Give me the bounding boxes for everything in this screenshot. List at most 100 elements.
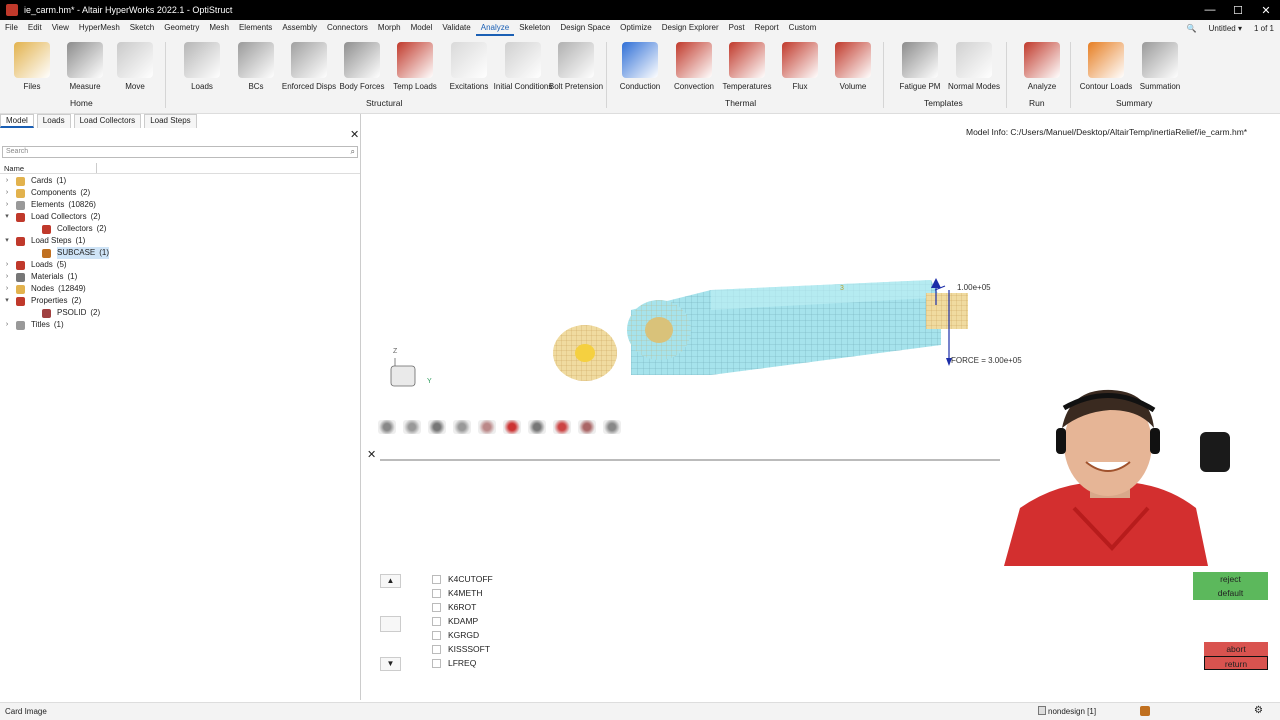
menu-report[interactable]: Report xyxy=(750,20,784,36)
expand-icon[interactable]: › xyxy=(3,271,11,283)
view-tool-icon[interactable] xyxy=(403,420,421,434)
tree-item-load-collectors[interactable]: ▾ Load Collectors (2) xyxy=(0,211,360,223)
ribbon-tool-files[interactable]: Files xyxy=(2,40,62,91)
ribbon-tool-fatigue-pm[interactable]: Fatigue PM xyxy=(890,40,950,91)
ribbon-tool-conduction[interactable]: Conduction xyxy=(610,40,670,91)
tab-model[interactable]: Model xyxy=(0,114,34,128)
expand-icon[interactable]: ▾ xyxy=(3,235,11,247)
menu-file[interactable]: File xyxy=(0,20,23,36)
ribbon-tool-contour-loads[interactable]: Contour Loads xyxy=(1076,40,1136,91)
ribbon-tool-volume[interactable]: Volume xyxy=(823,40,883,91)
tree-item-load-steps[interactable]: ▾ Load Steps (1) xyxy=(0,235,360,247)
expand-icon[interactable]: › xyxy=(3,187,11,199)
default-button[interactable]: default xyxy=(1193,586,1268,600)
expand-icon[interactable]: › xyxy=(3,259,11,271)
view-tool-icon[interactable] xyxy=(378,420,396,434)
close-button[interactable]: ✕ xyxy=(1252,4,1280,17)
close-panel-icon[interactable]: ✕ xyxy=(367,448,376,461)
menu-model[interactable]: Model xyxy=(406,20,438,36)
menu-optimize[interactable]: Optimize xyxy=(615,20,657,36)
expand-icon[interactable]: ▾ xyxy=(3,295,11,307)
view-tool-icon[interactable] xyxy=(553,420,571,434)
reject-button[interactable]: reject xyxy=(1193,572,1268,586)
ribbon-group-templates[interactable]: Templates xyxy=(924,98,963,108)
ribbon-tool-bolt-pretension[interactable]: Bolt Pretension xyxy=(546,40,606,91)
menu-post[interactable]: Post xyxy=(724,20,750,36)
card-checkbox[interactable] xyxy=(432,631,441,640)
menu-sketch[interactable]: Sketch xyxy=(125,20,159,36)
abort-button[interactable]: abort xyxy=(1204,642,1268,656)
ribbon-tool-enforced-disps[interactable]: Enforced Disps xyxy=(279,40,339,91)
expand-icon[interactable]: › xyxy=(3,199,11,211)
card-checkbox[interactable] xyxy=(432,589,441,598)
view-tool-icon[interactable] xyxy=(603,420,621,434)
ribbon-tool-flux[interactable]: Flux xyxy=(770,40,830,91)
return-button[interactable]: return xyxy=(1204,656,1268,670)
menu-connectors[interactable]: Connectors xyxy=(322,20,373,36)
expand-icon[interactable]: › xyxy=(3,319,11,331)
tab-load-collectors[interactable]: Load Collectors xyxy=(73,114,142,128)
expand-icon[interactable]: › xyxy=(3,175,11,187)
search-icon[interactable]: 🔍 xyxy=(1187,24,1197,33)
view-tool-icon[interactable] xyxy=(428,420,446,434)
card-checkbox[interactable] xyxy=(432,645,441,654)
menu-assembly[interactable]: Assembly xyxy=(277,20,322,36)
view-tool-icon[interactable] xyxy=(578,420,596,434)
ribbon-tool-move[interactable]: Move xyxy=(105,40,165,91)
tree-item-materials[interactable]: › Materials (1) xyxy=(0,271,360,283)
tree-item-nodes[interactable]: › Nodes (12849) xyxy=(0,283,360,295)
tree-item-cards[interactable]: › Cards (1) xyxy=(0,175,360,187)
menu-hypermesh[interactable]: HyperMesh xyxy=(74,20,125,36)
menu-custom[interactable]: Custom xyxy=(784,20,822,36)
menu-design-explorer[interactable]: Design Explorer xyxy=(657,20,724,36)
menu-analyze[interactable]: Analyze xyxy=(475,20,515,36)
card-checkbox[interactable] xyxy=(432,617,441,626)
ribbon-tool-body-forces[interactable]: Body Forces xyxy=(332,40,392,91)
card-checkbox[interactable] xyxy=(432,659,441,668)
ribbon-group-home[interactable]: Home xyxy=(70,98,93,108)
ribbon-group-run[interactable]: Run xyxy=(1029,98,1045,108)
component-status[interactable]: nondesign [1] xyxy=(1048,707,1096,716)
ribbon-tool-initial-conditions[interactable]: Initial Conditions xyxy=(493,40,553,91)
ribbon-group-summary[interactable]: Summary xyxy=(1116,98,1152,108)
ribbon-tool-loads[interactable]: Loads xyxy=(172,40,232,91)
scroll-down-button[interactable]: ▼ xyxy=(380,657,401,671)
ribbon-group-structural[interactable]: Structural xyxy=(366,98,402,108)
menu-elements[interactable]: Elements xyxy=(234,20,277,36)
tree-item-properties[interactable]: ▾ Properties (2) xyxy=(0,295,360,307)
ribbon-tool-temperatures[interactable]: Temperatures xyxy=(717,40,777,91)
ribbon-tool-analyze[interactable]: Analyze xyxy=(1012,40,1072,91)
view-tool-icon[interactable] xyxy=(503,420,521,434)
tree-item-collectors[interactable]: Collectors (2) xyxy=(0,223,360,235)
tree-item-loads[interactable]: › Loads (5) xyxy=(0,259,360,271)
menu-mesh[interactable]: Mesh xyxy=(204,20,234,36)
card-checkbox[interactable] xyxy=(432,603,441,612)
expand-icon[interactable]: ▾ xyxy=(3,211,11,223)
view-tool-icon[interactable] xyxy=(453,420,471,434)
tree-item-components[interactable]: › Components (2) xyxy=(0,187,360,199)
ribbon-tool-temp-loads[interactable]: Temp Loads xyxy=(385,40,445,91)
settings-icon[interactable]: ⚙ xyxy=(1254,705,1263,716)
menu-skeleton[interactable]: Skeleton xyxy=(514,20,555,36)
tree-item-subcase[interactable]: SUBCASE (1) xyxy=(0,247,360,259)
view-tool-icon[interactable] xyxy=(528,420,546,434)
view-tool-icon[interactable] xyxy=(478,420,496,434)
menu-view[interactable]: View xyxy=(47,20,74,36)
session-dropdown[interactable]: Untitled ▾ xyxy=(1209,24,1242,33)
ribbon-tool-summation[interactable]: Summation xyxy=(1130,40,1190,91)
ribbon-tool-normal-modes[interactable]: Normal Modes xyxy=(944,40,1004,91)
maximize-button[interactable]: ☐ xyxy=(1224,4,1252,17)
ribbon-group-thermal[interactable]: Thermal xyxy=(725,98,756,108)
tab-loads[interactable]: Loads xyxy=(36,114,71,128)
menu-geometry[interactable]: Geometry xyxy=(159,20,204,36)
scroll-up-button[interactable]: ▲ xyxy=(380,574,401,588)
minimize-button[interactable]: — xyxy=(1196,4,1224,16)
ribbon-tool-excitations[interactable]: Excitations xyxy=(439,40,499,91)
menu-edit[interactable]: Edit xyxy=(23,20,47,36)
expand-icon[interactable]: › xyxy=(3,283,11,295)
scroll-thumb[interactable] xyxy=(380,616,401,632)
menu-morph[interactable]: Morph xyxy=(373,20,406,36)
close-icon[interactable]: ✕ xyxy=(350,128,359,141)
ribbon-tool-bcs[interactable]: BCs xyxy=(226,40,286,91)
menu-validate[interactable]: Validate xyxy=(437,20,475,36)
